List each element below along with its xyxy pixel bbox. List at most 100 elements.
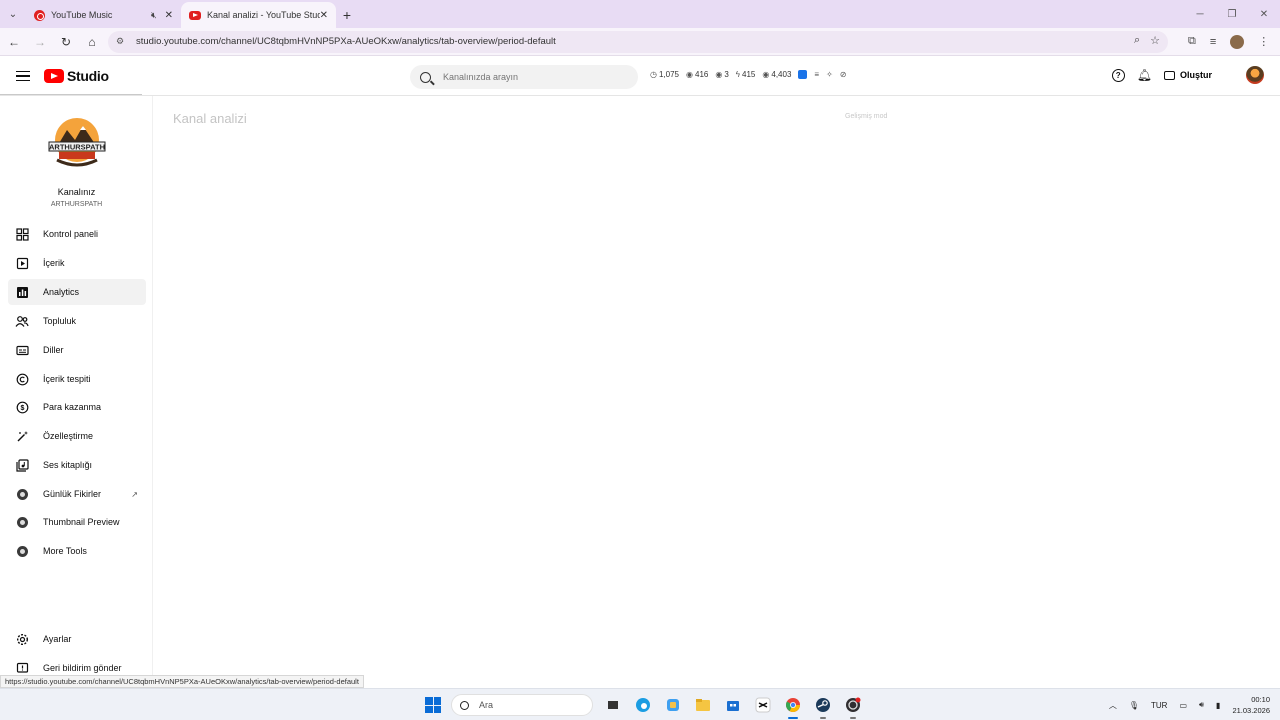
svg-text:$: $ [20,405,24,412]
window-controls: ─ ❐ ✕ [1184,0,1280,28]
media-controls-icon[interactable]: ≡ [1210,36,1216,48]
channel-title: Kanalınız [57,187,96,197]
sidebar-item-more-tools[interactable]: More Tools [8,538,146,564]
notifications-bell-icon[interactable]: 🔔︎ [1137,68,1152,82]
site-info-icon[interactable]: ⚙︎ [116,36,128,47]
reload-icon[interactable]: ↻ [54,30,78,54]
url-text: studio.youtube.com/channel/UC8tqbmHVnNP5… [136,36,556,47]
search-input[interactable] [443,72,613,82]
capcut-icon[interactable] [753,695,773,715]
browser-menu-icon[interactable]: ⋮ [1258,35,1269,48]
copilot-icon[interactable] [663,695,683,715]
extension-link-icon[interactable]: ⊘ [840,70,847,79]
taskbar-search[interactable]: Ara [451,694,593,716]
sidebar-item-label: Günlük Fikirler [43,489,102,499]
stat-realtime: ◉ 3 [715,70,729,79]
sidebar-item-content-detection[interactable]: İçerik tespiti [8,366,146,392]
file-explorer-icon[interactable] [693,695,713,715]
studio-logo[interactable]: Studio [44,68,109,84]
sidebar-item-dashboard[interactable]: Kontrol paneli [8,221,146,247]
create-video-icon [1163,70,1175,80]
browser-toolbar: ← → ↻ ⌂ ⚙︎ studio.youtube.com/channel/UC… [0,28,1280,56]
microsoft-store-icon[interactable] [723,695,743,715]
microphone-icon[interactable]: 🎙︎ [1129,701,1139,710]
studio-sidebar: ARTHURSPATH Kanalınız ARTHURSPATH Kontro… [0,96,153,688]
home-icon[interactable]: ⌂ [80,30,104,54]
account-avatar[interactable] [1246,66,1264,84]
analytics-icon [15,285,29,299]
battery-icon[interactable]: ▮ [1216,701,1220,710]
channel-avatar[interactable]: ARTHURSPATH [47,116,107,171]
sidebar-item-content[interactable]: İçerik [8,250,146,276]
forward-icon[interactable]: → [28,30,52,54]
create-button[interactable]: Oluştur [1163,70,1212,80]
bookmark-star-icon[interactable]: ☆ [1150,34,1160,47]
close-window-icon[interactable]: ✕ [1248,0,1280,28]
sidebar-item-label: Diller [43,345,64,355]
sidebar-item-audio-library[interactable]: Ses kitaplığı [8,452,146,478]
browser-tab-studio[interactable]: Kanal analizi - YouTube Studio ✕ [181,2,336,28]
address-bar[interactable]: ⚙︎ studio.youtube.com/channel/UC8tqbmHVn… [108,30,1168,53]
close-tab-icon[interactable]: ✕ [165,10,173,21]
list-icon[interactable]: ≡ [814,70,819,79]
taskbar-search-placeholder: Ara [479,700,494,710]
browser-profile-avatar[interactable] [1230,34,1245,49]
sidebar-item-analytics[interactable]: Analytics [8,279,146,305]
channel-search[interactable] [410,65,638,89]
browser-tab-youtube-music[interactable]: YouTube Music 🔇︎ ✕ [26,2,181,28]
steam-icon[interactable] [813,695,833,719]
extension-icon [15,544,29,558]
dollar-icon: $ [15,400,29,414]
input-language[interactable]: TUR [1151,701,1167,710]
speaker-muted-icon[interactable]: 🔇︎ [151,10,157,21]
sidebar-item-label: More Tools [43,546,87,556]
clock-time: 00:10 [1251,695,1270,704]
chrome-browser-icon[interactable] [783,695,803,719]
hamburger-menu-icon[interactable] [16,70,30,82]
sidebar-item-languages[interactable]: Diller [8,337,146,363]
task-view-icon[interactable] [603,695,623,715]
extension-star-icon[interactable]: ✧ [826,70,833,79]
network-icon[interactable]: ▭ [1179,701,1187,710]
edge-browser-icon[interactable] [633,695,653,715]
clock-icon: ◷ [650,70,657,79]
new-tab-button[interactable]: + [336,2,358,28]
youtube-music-icon [34,9,45,21]
subtitles-icon [15,343,29,357]
eye-icon: ◉ [715,70,723,79]
close-tab-icon[interactable]: ✕ [320,10,328,21]
sidebar-item-customization[interactable]: Özelleştirme [8,423,146,449]
obs-studio-icon[interactable] [843,695,863,719]
sidebar-item-label: Para kazanma [43,402,102,412]
youtube-icon [189,10,201,20]
vidiq-extension-icon[interactable] [798,70,808,79]
sidebar-item-settings[interactable]: Ayarlar [8,626,146,652]
zoom-icon[interactable]: ⌕ [1134,34,1140,47]
content-icon [15,256,29,270]
sidebar-item-community[interactable]: Topluluk [8,308,146,334]
sidebar-item-thumbnail-preview[interactable]: Thumbnail Preview [8,509,146,535]
system-clock[interactable]: 00:10 21.03.2026 [1232,694,1270,716]
gear-icon [15,632,29,646]
community-icon [15,314,29,328]
sidebar-item-label: Topluluk [43,316,77,326]
extensions-icon[interactable]: ⧉ [1188,35,1196,48]
studio-logo-text: Studio [67,68,109,84]
advanced-mode-button[interactable]: Gelişmiş mod [845,113,887,120]
extension-stats: ◷ 1,075 ◉ 416 ◉ 3 ϟ 415 ◉ 4,403 ≡ ✧ ⊘ [650,70,846,79]
back-icon[interactable]: ← [2,30,26,54]
sidebar-item-label: Ayarlar [43,634,72,644]
show-hidden-icons-icon[interactable]: ︿ [1109,700,1117,711]
sidebar-item-label: Analytics [43,287,80,297]
audio-library-icon [15,458,29,472]
tab-search-chevron-icon[interactable]: ⌄ [0,0,26,28]
page-title: Kanal analizi [173,111,247,126]
sidebar-item-monetization[interactable]: $ Para kazanma [8,394,146,420]
volume-icon[interactable]: 🔊︎ [1199,700,1204,710]
search-icon [420,71,431,83]
windows-start-icon[interactable] [425,697,441,713]
restore-icon[interactable]: ❐ [1216,0,1248,28]
sidebar-item-daily-ideas[interactable]: Günlük Fikirler ↗ [8,481,146,507]
minimize-icon[interactable]: ─ [1184,0,1216,28]
help-icon[interactable]: ? [1111,68,1125,82]
